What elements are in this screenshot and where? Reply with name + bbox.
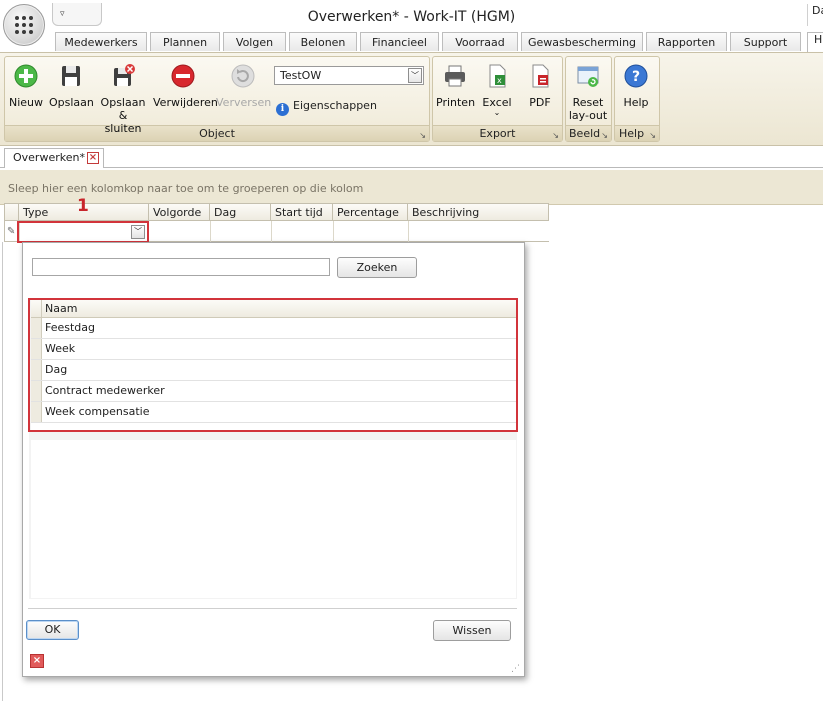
cell-divider <box>333 221 334 242</box>
dialog-launcher-icon[interactable]: ↘ <box>601 131 608 140</box>
delete-button[interactable]: Verwijderen <box>153 63 218 109</box>
resize-grip-icon[interactable]: ⋰ <box>511 664 520 674</box>
tab-gewasbescherming[interactable]: Gewasbescherming <box>521 32 643 51</box>
excel-icon: x <box>489 64 506 88</box>
pdf-button[interactable]: PDF <box>522 63 558 109</box>
info-icon: i <box>276 103 289 116</box>
tab-volgen[interactable]: Volgen <box>223 32 286 51</box>
column-header-beschrijving[interactable]: Beschrijving <box>408 204 549 221</box>
tab-financieel[interactable]: Financieel <box>360 32 439 51</box>
chevron-down-icon[interactable]: ﹀ <box>408 68 422 83</box>
reset-label-2: lay-out <box>568 109 608 122</box>
object-select[interactable]: TestOW ﹀ <box>274 66 424 85</box>
no-entry-icon <box>171 64 195 88</box>
svg-text:x: x <box>497 76 502 85</box>
dialog-launcher-icon[interactable]: ↘ <box>552 131 559 140</box>
tab-medewerkers[interactable]: Medewerkers <box>55 32 147 51</box>
help-button[interactable]: ? Help <box>618 63 654 109</box>
excel-dropdown-icon[interactable]: ⌄ <box>479 109 515 117</box>
refresh-button[interactable]: Verversen <box>216 63 272 109</box>
group-label-export: Export <box>433 125 562 141</box>
group-label-object: Object <box>5 125 429 141</box>
excel-button[interactable]: x Excel ⌄ <box>479 63 515 117</box>
save-close-label-2: sluiten <box>104 122 142 135</box>
tab-support[interactable]: Support <box>730 32 801 51</box>
save-close-icon <box>114 64 135 86</box>
object-select-value: TestOW <box>280 69 322 82</box>
highlight-box-2 <box>28 298 518 432</box>
tab-belonen[interactable]: Belonen <box>289 32 357 51</box>
home-tab-cut[interactable]: H <box>807 32 823 52</box>
new-label: Nieuw <box>8 96 44 109</box>
side-panel-tab[interactable]: Da <box>807 4 823 26</box>
clear-button[interactable]: Wissen <box>433 620 511 641</box>
floppy-disk-icon <box>62 66 80 86</box>
document-tab-label: Overwerken* <box>13 151 85 164</box>
search-input[interactable] <box>32 258 330 276</box>
close-icon[interactable]: × <box>30 654 44 668</box>
frame-border <box>2 242 3 701</box>
print-label: Printen <box>436 96 476 109</box>
column-header-start-tijd[interactable]: Start tijd <box>271 204 333 221</box>
quick-access-dropdown-icon[interactable]: ▿ <box>60 9 65 19</box>
refresh-icon <box>231 64 255 88</box>
tab-voorraad[interactable]: Voorraad <box>442 32 518 51</box>
highlight-box-1 <box>17 221 149 243</box>
pdf-icon <box>532 64 549 88</box>
list-empty-area <box>31 440 516 598</box>
cell-divider <box>210 221 211 242</box>
save-close-button[interactable]: Opslaan & sluiten <box>96 63 150 135</box>
save-label: Opslaan <box>49 96 94 109</box>
reset-layout-button[interactable]: Reset lay-out <box>567 63 609 122</box>
pencil-icon: ✎ <box>7 226 16 237</box>
svg-text:?: ? <box>632 69 640 85</box>
column-header-dag[interactable]: Dag <box>210 204 271 221</box>
row-indicator-header <box>4 204 19 221</box>
dialog-launcher-icon[interactable]: ↘ <box>649 131 656 140</box>
tab-rapporten[interactable]: Rapporten <box>646 32 727 51</box>
properties-button[interactable]: i Eigenschappen <box>276 99 377 116</box>
search-button[interactable]: Zoeken <box>337 257 417 278</box>
reset-layout-icon <box>577 66 599 87</box>
column-header-percentage[interactable]: Percentage <box>333 204 408 221</box>
application-menu-button[interactable] <box>3 4 45 46</box>
column-header-volgorde[interactable]: Volgorde <box>149 204 210 221</box>
cell-divider <box>408 221 409 242</box>
refresh-label: Verversen <box>216 96 272 109</box>
save-close-label-1: Opslaan & <box>100 96 146 122</box>
divider <box>28 608 517 609</box>
printer-icon <box>445 65 465 87</box>
new-button[interactable]: Nieuw <box>8 63 44 109</box>
close-tab-icon[interactable]: × <box>87 152 99 164</box>
group-hint: Sleep hier een kolomkop naar toe om te g… <box>8 182 364 195</box>
ok-button[interactable]: OK <box>26 620 79 640</box>
annotation-1: 1 <box>77 196 89 216</box>
tab-plannen[interactable]: Plannen <box>150 32 220 51</box>
help-label: Help <box>623 96 649 109</box>
dialog-launcher-icon[interactable]: ↘ <box>419 131 426 140</box>
pdf-label: PDF <box>529 96 551 109</box>
delete-label: Verwijderen <box>153 96 218 109</box>
properties-label: Eigenschappen <box>293 99 377 112</box>
add-icon <box>14 64 38 88</box>
help-icon: ? <box>624 64 648 88</box>
reset-label-1: Reset <box>572 96 604 109</box>
cell-divider <box>271 221 272 242</box>
window-title: Overwerken* - Work-IT (HGM) <box>307 9 516 25</box>
save-button[interactable]: Opslaan <box>49 63 94 109</box>
print-button[interactable]: Printen <box>436 63 476 109</box>
